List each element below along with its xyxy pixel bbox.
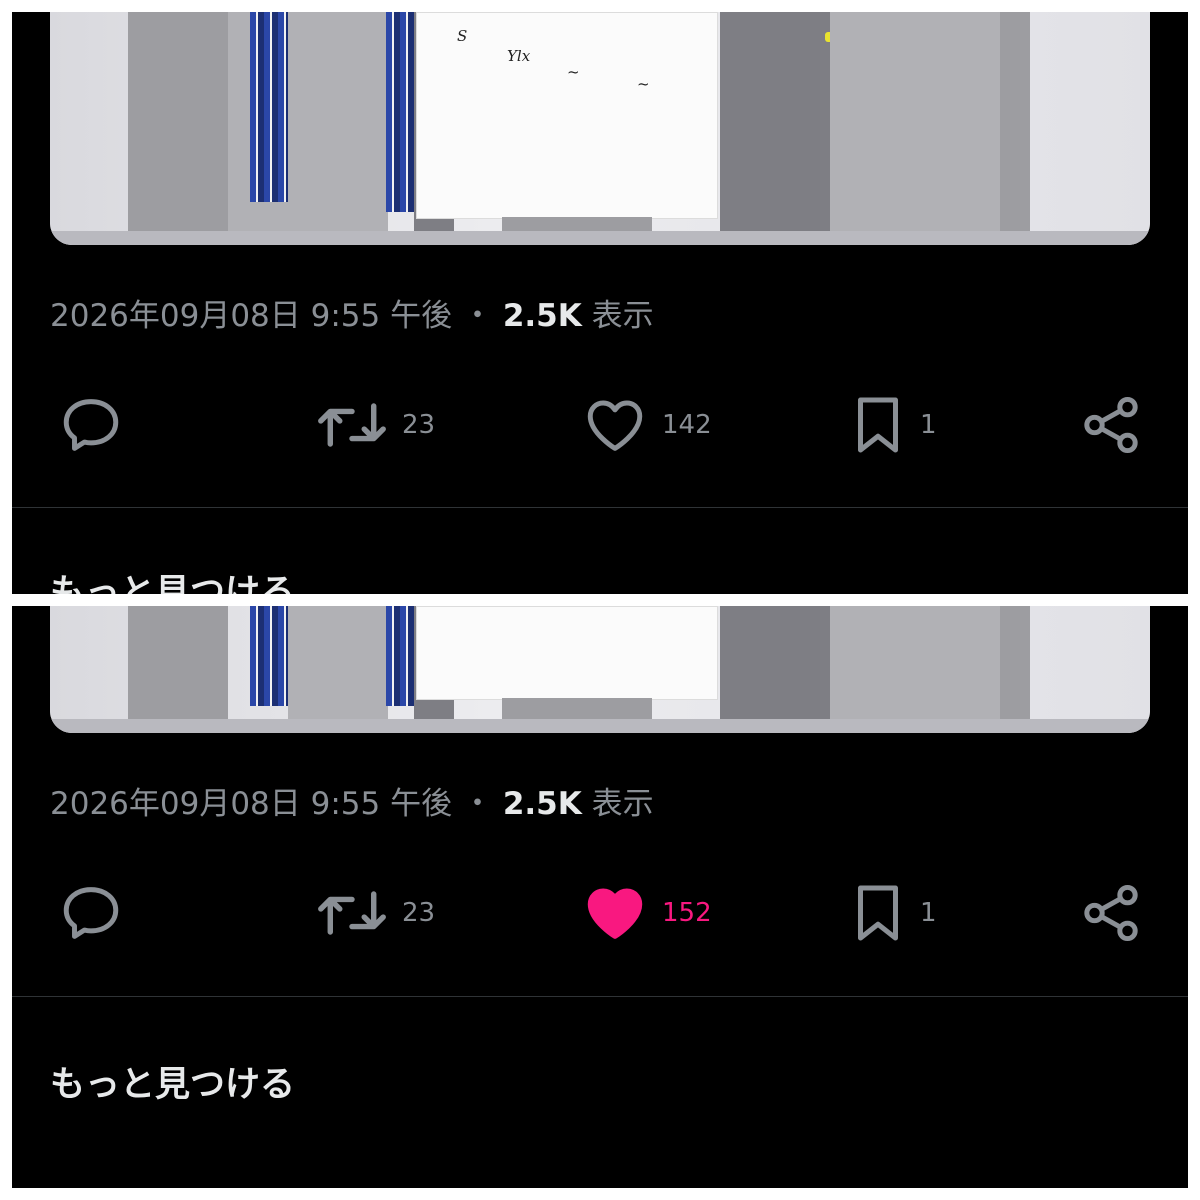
retweet-count: 23 [402, 410, 436, 440]
tweet-panel-before: S Ylx ~ ~ 2026年09月08日 9:55 午後 ・ 2.5K 表示 … [12, 12, 1188, 594]
like-count: 142 [662, 410, 712, 440]
signature: ~ [567, 63, 580, 81]
section-divider [12, 507, 1188, 508]
photo-figure [830, 606, 1000, 733]
bookmark-count: 1 [920, 898, 937, 928]
bookmark-button[interactable]: 1 [848, 390, 937, 460]
reply-icon [63, 399, 119, 451]
photo-figure [1000, 606, 1030, 733]
bookmark-button[interactable]: 1 [848, 878, 937, 948]
tweet-photo[interactable]: S Ylx ~ ~ [50, 12, 1150, 245]
signed-tshirt [416, 606, 718, 700]
heart-icon [587, 888, 643, 939]
meta-separator: ・ [461, 786, 493, 822]
photo-plaid-shirt [386, 12, 414, 212]
retweet-icon [318, 403, 386, 447]
share-icon [1084, 396, 1138, 454]
reply-button[interactable] [58, 390, 124, 460]
section-divider [12, 996, 1188, 997]
like-button[interactable]: 142 [580, 390, 712, 460]
tweet-meta: 2026年09月08日 9:55 午後 ・ 2.5K 表示 [50, 290, 654, 335]
action-bar: 23 152 1 [12, 878, 1188, 948]
photo-figure [1000, 12, 1030, 245]
share-icon [1084, 884, 1138, 942]
discover-heading: もっと見つける [50, 573, 296, 594]
meta-separator: ・ [461, 298, 493, 334]
share-button[interactable] [1078, 878, 1144, 948]
signature: ~ [637, 75, 650, 93]
view-label: 表示 [591, 298, 654, 334]
photo-plaid-shirt [386, 606, 414, 706]
discover-heading: もっと見つける [50, 1065, 296, 1105]
retweet-button[interactable]: 23 [314, 390, 435, 460]
view-count: 2.5K [502, 786, 582, 822]
reply-button[interactable] [58, 878, 124, 948]
photo-figure [288, 12, 388, 245]
photo-figure [720, 606, 830, 733]
photo-floor [50, 231, 1150, 245]
photo-figure [288, 606, 388, 733]
reply-icon [63, 887, 119, 939]
photo-floor [50, 719, 1150, 733]
view-count: 2.5K [502, 298, 582, 334]
bookmark-icon [858, 885, 898, 941]
photo-figure [720, 12, 830, 245]
bookmark-count: 1 [920, 410, 937, 440]
action-bar: 23 142 1 [12, 390, 1188, 460]
retweet-count: 23 [402, 898, 436, 928]
signature: Ylx [507, 47, 531, 65]
like-button[interactable]: 152 [580, 878, 712, 948]
signed-tshirt: S Ylx ~ ~ [416, 12, 718, 219]
heart-icon [587, 400, 643, 451]
photo-figure [128, 12, 228, 245]
tweet-meta: 2026年09月08日 9:55 午後 ・ 2.5K 表示 [50, 778, 654, 823]
view-label: 表示 [591, 786, 654, 822]
like-count: 152 [662, 898, 712, 928]
tweet-panel-after: 2026年09月08日 9:55 午後 ・ 2.5K 表示 23 152 1 も… [12, 606, 1188, 1188]
tweet-timestamp[interactable]: 2026年09月08日 9:55 午後 [50, 786, 452, 822]
tweet-timestamp[interactable]: 2026年09月08日 9:55 午後 [50, 298, 452, 334]
tweet-photo[interactable] [50, 606, 1150, 733]
bookmark-icon [858, 397, 898, 453]
retweet-icon [318, 891, 386, 935]
retweet-button[interactable]: 23 [314, 878, 435, 948]
signature: S [457, 27, 468, 45]
share-button[interactable] [1078, 390, 1144, 460]
photo-figure [128, 606, 228, 733]
photo-figure [830, 12, 1000, 245]
